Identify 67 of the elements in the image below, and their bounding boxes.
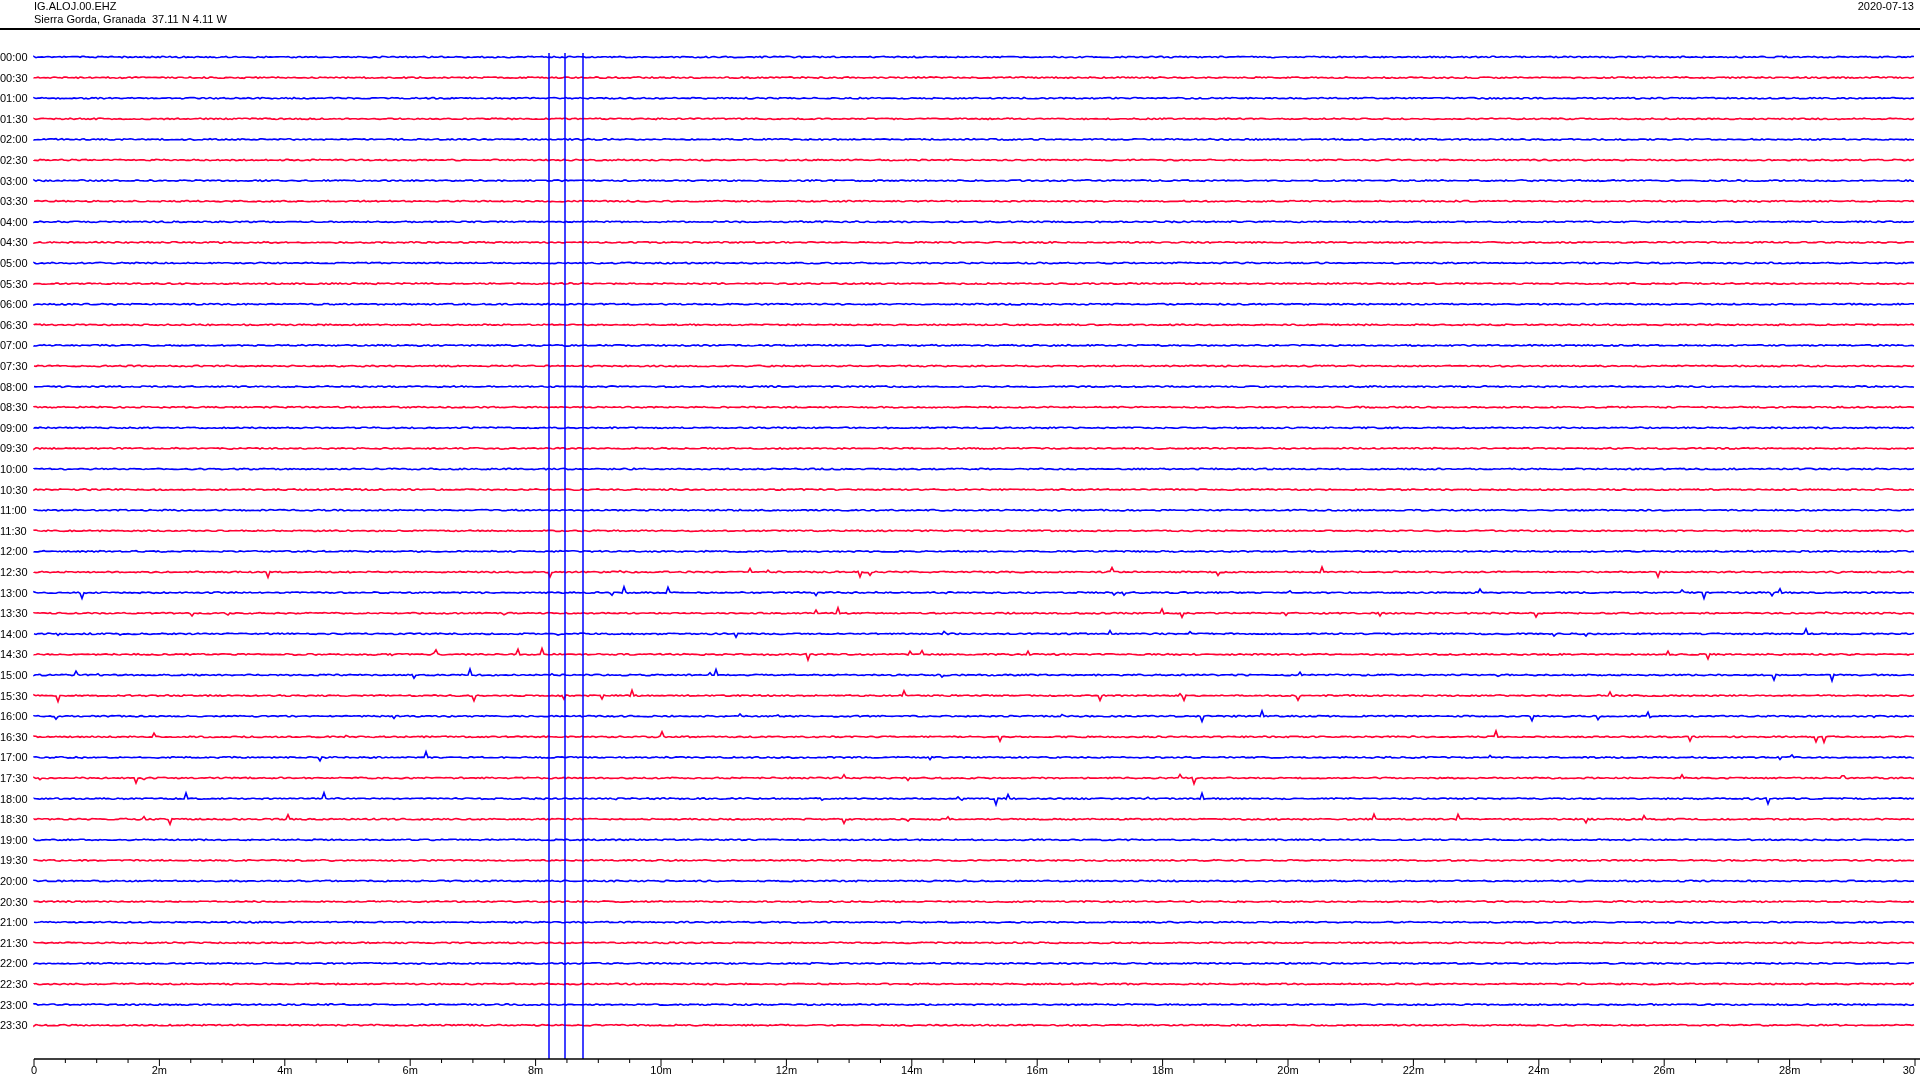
time-label: 07:00 <box>0 339 28 352</box>
station-code: IG.ALOJ.00.EHZ <box>34 0 118 13</box>
axis-label: 20m <box>1277 1064 1299 1076</box>
axis-label: 2m <box>151 1064 168 1076</box>
axis-label: 6m <box>402 1064 418 1076</box>
time-label: 13:00 <box>0 586 28 599</box>
axis-label: 0 <box>30 1064 38 1076</box>
time-label: 13:30 <box>0 607 28 620</box>
time-label: 22:00 <box>0 957 28 970</box>
time-label: 11:30 <box>0 524 27 537</box>
axis-label: 16m <box>1026 1064 1048 1076</box>
axis-label: 26m <box>1653 1064 1675 1076</box>
time-label: 02:00 <box>0 133 28 146</box>
time-label: 23:30 <box>0 1019 28 1032</box>
time-label: 23:00 <box>0 998 28 1011</box>
axis-label: 12m <box>775 1064 798 1076</box>
time-label: 20:30 <box>0 895 28 908</box>
time-label: 00:00 <box>0 51 28 63</box>
time-label: 15:00 <box>0 669 28 681</box>
time-label: 12:30 <box>0 566 28 578</box>
axis-label: 14m <box>901 1064 923 1076</box>
axis-label: 8m <box>527 1064 544 1076</box>
time-label: 03:30 <box>0 195 28 208</box>
axis-label: 30 <box>1902 1064 1915 1076</box>
axis-label: 22m <box>1402 1064 1425 1076</box>
time-label: 22:30 <box>0 978 28 990</box>
time-label: 17:00 <box>0 751 28 764</box>
time-label: 08:00 <box>0 380 28 393</box>
time-label: 14:30 <box>0 648 28 661</box>
time-label: 21:30 <box>0 936 28 949</box>
station-location: Sierra Gorda, Granada 37.11 N 4.11 W <box>34 13 227 26</box>
time-label: 19:30 <box>0 854 28 867</box>
axis-label: 18m <box>1151 1064 1174 1076</box>
time-label: 08:30 <box>0 401 28 414</box>
date-label: 2020-07-13 <box>1857 0 1914 13</box>
time-label: 04:30 <box>0 236 28 249</box>
time-label: 10:00 <box>0 463 28 475</box>
time-label: 09:00 <box>0 421 28 434</box>
time-label: 06:00 <box>0 298 28 311</box>
time-label: 15:30 <box>0 689 28 702</box>
time-label: 10:30 <box>0 483 28 496</box>
axis-label: 28m <box>1778 1064 1801 1076</box>
time-label: 09:30 <box>0 442 28 455</box>
axis-label: 4m <box>277 1064 293 1076</box>
time-label: 01:00 <box>0 92 28 105</box>
time-label: 19:00 <box>0 833 28 846</box>
time-label: 03:00 <box>0 174 28 187</box>
time-label: 16:30 <box>0 730 28 743</box>
time-label: 02:30 <box>0 154 28 166</box>
axis-label: 10m <box>650 1064 672 1076</box>
time-label: 18:00 <box>0 792 28 805</box>
axis-label: 24m <box>1528 1064 1550 1076</box>
time-label: 16:00 <box>0 710 28 723</box>
time-label: 07:30 <box>0 360 28 372</box>
time-label: 05:30 <box>0 277 28 290</box>
time-label: 00:30 <box>0 71 28 84</box>
time-label: 05:00 <box>0 257 28 269</box>
time-label: 14:00 <box>0 627 28 640</box>
time-label: 06:30 <box>0 318 28 331</box>
time-label: 18:30 <box>0 813 28 826</box>
time-label: 01:30 <box>0 112 28 125</box>
time-label: 20:00 <box>0 875 28 887</box>
time-label: 12:00 <box>0 545 28 558</box>
time-label: 11:00 <box>0 504 27 517</box>
time-label: 21:00 <box>0 916 28 929</box>
time-label: 04:00 <box>0 215 28 228</box>
time-label: 17:30 <box>0 772 28 784</box>
